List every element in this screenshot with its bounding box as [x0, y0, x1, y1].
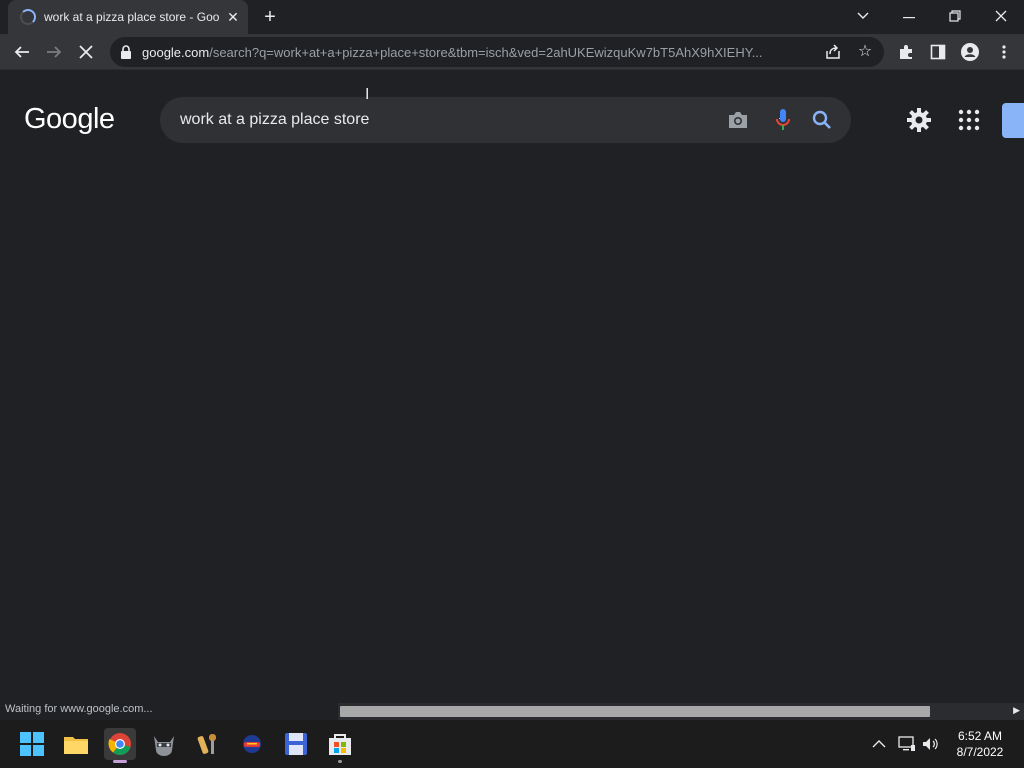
- scrollbar-thumb[interactable]: [340, 706, 930, 717]
- bookmark-star-icon[interactable]: ☆: [854, 41, 876, 63]
- chrome-taskbar-icon[interactable]: [104, 728, 136, 763]
- loading-spinner-icon: [20, 9, 36, 25]
- minimize-button[interactable]: [886, 0, 932, 32]
- extensions-puzzle-icon[interactable]: [892, 38, 920, 66]
- running-indicator: [338, 760, 342, 763]
- google-logo[interactable]: Google: [24, 103, 115, 136]
- menu-kebab-icon[interactable]: [990, 38, 1018, 66]
- profile-avatar-icon[interactable]: [956, 38, 984, 66]
- status-bubble: Waiting for www.google.com...: [0, 702, 175, 720]
- side-panel-icon[interactable]: [924, 38, 952, 66]
- file-explorer-icon[interactable]: [60, 728, 92, 760]
- save-disk-icon[interactable]: [280, 728, 312, 760]
- search-icon[interactable]: [810, 108, 834, 132]
- clock-date: 8/7/2022: [956, 745, 1004, 759]
- microphone-icon[interactable]: [772, 107, 794, 133]
- red-app-icon[interactable]: [236, 728, 268, 760]
- text-cursor-icon: I: [365, 86, 370, 103]
- browser-toolbar: google.com/search?q=work+at+a+pizza+plac…: [0, 34, 1024, 70]
- back-arrow-icon[interactable]: [8, 38, 36, 66]
- close-window-button[interactable]: [978, 0, 1024, 32]
- settings-gear-icon[interactable]: [906, 107, 932, 133]
- tab-strip: work at a pizza place store - Goo ✕ +: [0, 0, 1024, 34]
- active-indicator: [113, 760, 127, 763]
- taskbar: 6:52 AM 8/7/2022: [0, 720, 1024, 768]
- chevron-up-icon[interactable]: [872, 739, 886, 749]
- taskbar-clock[interactable]: 6:52 AM 8/7/2022: [948, 728, 1012, 760]
- scroll-right-arrow-icon[interactable]: ▶: [1013, 705, 1020, 716]
- tab-title: work at a pizza place store - Goo: [44, 10, 220, 24]
- page-content: Google work at a pizza place store I: [0, 71, 1024, 703]
- volume-icon[interactable]: [922, 736, 940, 752]
- url-host: google.com: [142, 45, 210, 60]
- tab-close-icon[interactable]: ✕: [225, 9, 241, 25]
- sign-in-button[interactable]: [1002, 103, 1024, 138]
- tab-search-icon[interactable]: [840, 0, 886, 32]
- restore-button[interactable]: [932, 0, 978, 32]
- lock-icon[interactable]: [120, 45, 132, 59]
- clock-time: 6:52 AM: [957, 729, 1003, 743]
- stop-loading-icon[interactable]: [72, 38, 100, 66]
- tools-app-icon[interactable]: [192, 728, 224, 760]
- apps-grid-icon[interactable]: [958, 109, 980, 131]
- forward-arrow-icon[interactable]: [40, 38, 68, 66]
- start-windows-icon[interactable]: [16, 728, 48, 760]
- search-input[interactable]: work at a pizza place store: [160, 97, 851, 143]
- share-icon[interactable]: [822, 41, 844, 63]
- new-tab-button[interactable]: +: [258, 6, 282, 28]
- search-query-text[interactable]: work at a pizza place store: [180, 111, 369, 129]
- url-path: /search?q=work+at+a+pizza+place+store&tb…: [209, 45, 763, 60]
- horizontal-scrollbar[interactable]: ▶: [338, 703, 1024, 720]
- address-bar[interactable]: google.com/search?q=work+at+a+pizza+plac…: [110, 37, 884, 67]
- browser-tab[interactable]: work at a pizza place store - Goo ✕: [8, 0, 248, 34]
- url-text[interactable]: google.com/search?q=work+at+a+pizza+plac…: [142, 45, 822, 60]
- camera-icon[interactable]: [726, 109, 750, 131]
- network-icon[interactable]: [898, 736, 916, 752]
- raccoon-app-icon[interactable]: [148, 728, 180, 760]
- microsoft-store-icon[interactable]: [324, 728, 356, 763]
